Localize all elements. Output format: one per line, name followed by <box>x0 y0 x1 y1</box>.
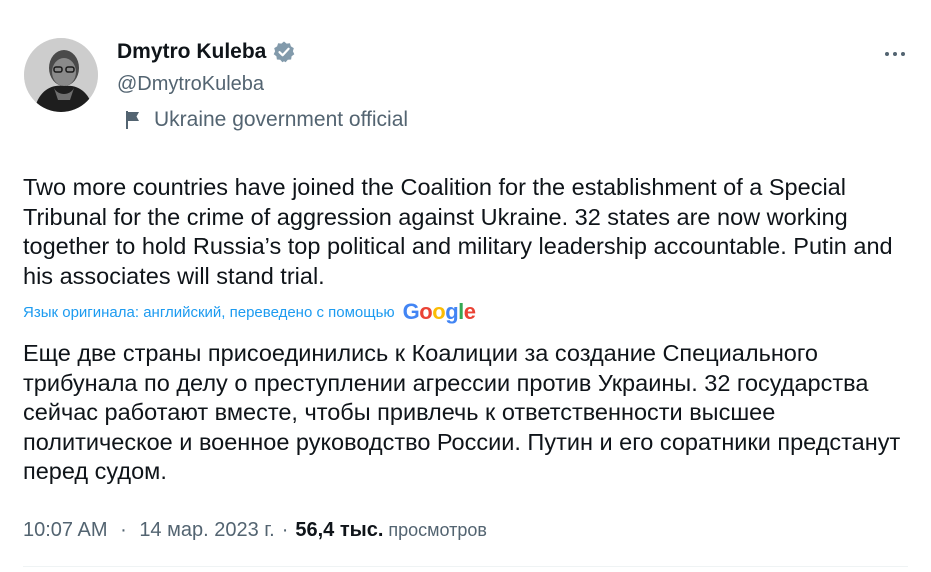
translation-note[interactable]: Язык оригинала: английский, переведено с… <box>23 304 395 321</box>
avatar-photo <box>24 38 98 112</box>
tweet-text-original: Two more countries have joined the Coali… <box>23 174 893 289</box>
author-handle[interactable]: @DmytroKuleba <box>117 72 264 96</box>
google-logo: Google <box>402 299 476 324</box>
flag-icon <box>124 109 144 131</box>
more-options-icon[interactable] <box>880 42 910 66</box>
views-label: просмотров <box>388 520 487 540</box>
affiliation-text: Ukraine government official <box>154 108 409 131</box>
tweet-text-translated: Еще две страны присоединились к Коалиции… <box>23 340 901 484</box>
tweet-date: 14 мар. 2023 г. <box>139 519 275 541</box>
tweet-time[interactable]: 10:07 AM · 14 мар. 2023 г. <box>23 516 275 544</box>
tweet-metadata: 10:07 AM · 14 мар. 2023 г. · 56,4 тыс. п… <box>23 516 487 544</box>
tweet-time-clock: 10:07 AM <box>23 519 108 541</box>
avatar[interactable] <box>24 38 98 112</box>
affiliation-label[interactable]: Ukraine government official <box>124 108 408 132</box>
views-count: 56,4 тыс. <box>295 519 384 541</box>
verified-badge-icon[interactable] <box>272 40 296 64</box>
author-display-name[interactable]: Dmytro Kuleba <box>117 40 266 64</box>
separator: · <box>281 519 289 541</box>
translation-attribution: Язык оригинала: английский, переведено с… <box>23 298 476 326</box>
divider <box>23 566 908 567</box>
separator: · <box>120 519 127 541</box>
author-name-row: Dmytro Kuleba <box>117 40 296 64</box>
